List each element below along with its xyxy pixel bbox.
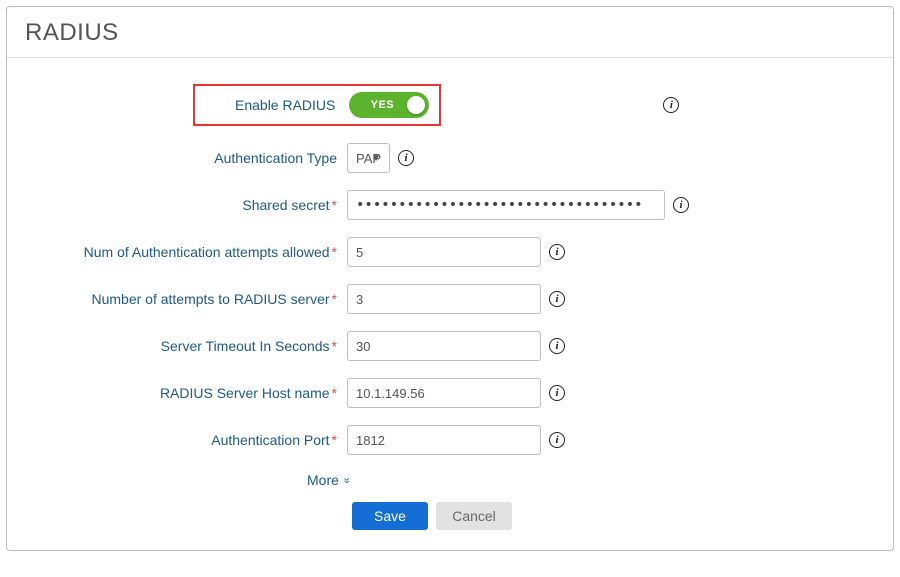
required-marker: * [332, 244, 337, 260]
row-enable: Enable RADIUS YES i [47, 84, 853, 126]
enable-toggle[interactable]: YES [349, 92, 429, 118]
auth-attempts-label: Num of Authentication attempts allowed [84, 244, 330, 260]
toggle-text: YES [371, 99, 395, 111]
cancel-button[interactable]: Cancel [436, 502, 512, 530]
timeout-input[interactable] [347, 331, 541, 361]
radius-panel: RADIUS Enable RADIUS YES i Authenticatio… [6, 6, 894, 551]
auth-type-label: Authentication Type [214, 150, 337, 166]
host-input[interactable] [347, 378, 541, 408]
host-label: RADIUS Server Host name [160, 385, 330, 401]
enable-label: Enable RADIUS [235, 97, 335, 113]
required-marker: * [332, 385, 337, 401]
page-title: RADIUS [7, 7, 893, 57]
row-timeout: Server Timeout In Seconds* i [47, 331, 853, 361]
more-label: More [307, 472, 339, 488]
button-row: Save Cancel [352, 502, 853, 530]
required-marker: * [332, 432, 337, 448]
port-input[interactable] [347, 425, 541, 455]
info-icon[interactable]: i [549, 244, 565, 260]
toggle-knob [407, 96, 425, 114]
info-icon[interactable]: i [673, 197, 689, 213]
row-shared-secret: Shared secret* •••••••••••••••••••••••••… [47, 190, 853, 220]
required-marker: * [332, 291, 337, 307]
required-marker: * [332, 338, 337, 354]
save-button[interactable]: Save [352, 502, 428, 530]
chevron-double-down-icon: » [340, 477, 351, 483]
server-attempts-label: Number of attempts to RADIUS server [91, 291, 329, 307]
info-icon[interactable]: i [398, 150, 414, 166]
port-label: Authentication Port [211, 432, 329, 448]
row-auth-type: Authentication Type PAP ▼ i [47, 143, 853, 173]
timeout-label: Server Timeout In Seconds [161, 338, 330, 354]
shared-secret-input[interactable]: •••••••••••••••••••••••••••••••••• [356, 197, 643, 213]
enable-highlight: Enable RADIUS YES [193, 84, 441, 126]
info-icon[interactable]: i [549, 338, 565, 354]
auth-attempts-input[interactable] [347, 237, 541, 267]
info-icon[interactable]: i [549, 432, 565, 448]
chevron-down-icon: ▼ [371, 153, 381, 164]
shared-secret-label: Shared secret [242, 197, 329, 213]
more-link[interactable]: More » [307, 472, 349, 488]
form: Enable RADIUS YES i Authentication Type … [7, 58, 893, 550]
row-auth-attempts: Num of Authentication attempts allowed* … [47, 237, 853, 267]
auth-type-select[interactable]: PAP ▼ [347, 143, 390, 173]
server-attempts-input[interactable] [347, 284, 541, 314]
row-host: RADIUS Server Host name* i [47, 378, 853, 408]
info-icon[interactable]: i [549, 385, 565, 401]
row-server-attempts: Number of attempts to RADIUS server* i [47, 284, 853, 314]
row-more: More » [47, 472, 853, 488]
required-marker: * [332, 197, 337, 213]
info-icon[interactable]: i [549, 291, 565, 307]
row-port: Authentication Port* i [47, 425, 853, 455]
info-icon[interactable]: i [663, 97, 679, 113]
